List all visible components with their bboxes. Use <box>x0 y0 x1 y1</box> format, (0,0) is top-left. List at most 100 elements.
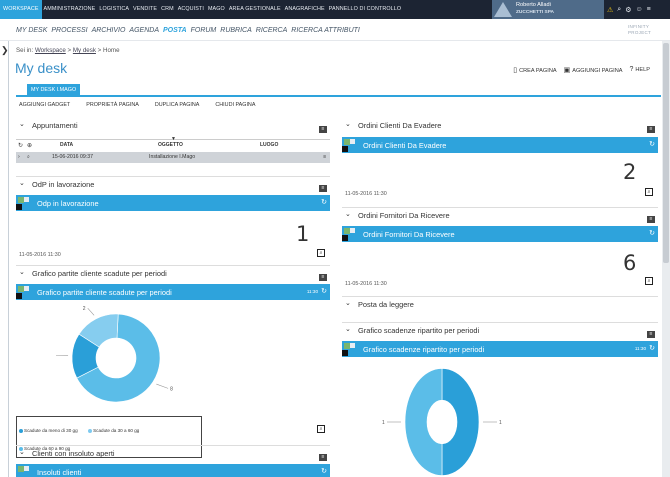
refresh-icon[interactable]: ↻ <box>321 467 327 475</box>
chevron-down-icon[interactable]: ⌄ <box>19 179 25 187</box>
breadcrumb-mydesk[interactable]: My desk <box>73 47 96 54</box>
duplicate-page-button[interactable]: DUPLICA PAGINA <box>155 102 200 108</box>
page-icon: ▯ <box>513 67 518 74</box>
chevron-right-icon[interactable]: ❯ <box>1 45 9 56</box>
refresh-icon[interactable]: ↻ <box>649 229 655 237</box>
chevron-down-icon[interactable]: ⌄ <box>345 325 351 333</box>
section-title: Clienti con insoluto aperti <box>32 449 115 458</box>
topnav-crm[interactable]: CRM <box>159 0 176 19</box>
section-title: Posta da leggere <box>358 300 414 309</box>
refresh-icon[interactable]: ↻ <box>649 140 655 148</box>
gadget-time: 11:30 <box>306 289 318 294</box>
expand-icon[interactable]: › <box>18 154 20 160</box>
section-header: ⌄ Posta da leggere <box>342 296 658 312</box>
table-row[interactable]: › ⌕ 15-06-2016 09:37 Installazione I.Mag… <box>16 152 330 163</box>
search-icon[interactable]: ⌕ <box>617 6 621 14</box>
subnav-posta[interactable]: POSTA <box>163 27 187 34</box>
user-icon[interactable]: ☺ <box>635 6 642 13</box>
column-oggetto[interactable]: OGGETTO <box>158 142 183 148</box>
grafico-partite-gadget: ⌄ Grafico partite cliente scadute per pe… <box>16 265 330 458</box>
page-properties-button[interactable]: PROPRIETÀ PAGINA <box>86 102 139 108</box>
ordini-fornitori-count: 6 <box>623 251 637 275</box>
add-page-label: AGGIUNGI PAGINA <box>572 68 623 74</box>
gadget-menu-icon[interactable]: ≡ <box>319 126 327 133</box>
refresh-icon[interactable]: ↻ <box>18 142 23 149</box>
magnifier-icon[interactable]: ⌕ <box>317 249 325 257</box>
legend-label: Scadute da 30 a 60 gg <box>93 428 140 433</box>
subnav-forum[interactable]: FORUM <box>191 27 217 34</box>
subnav-my-desk[interactable]: MY DESK <box>16 27 47 34</box>
table-header: ↻ ⊕ DATA OGGETTO ▼ LUOGO <box>16 136 330 150</box>
vertical-scrollbar[interactable] <box>662 41 670 477</box>
appuntamenti-gadget: ⌄ Appuntamenti ≡ ↻ ⊕ DATA OGGETTO ▼ LUOG… <box>16 118 330 163</box>
gadget-bar: Ordini Fornitori Da Ricevere ↻ <box>342 226 658 242</box>
breadcrumb-home: Home <box>103 47 120 54</box>
topnav-pannello-di-controllo[interactable]: PANNELLO DI CONTROLLO <box>327 0 403 19</box>
chevron-down-icon[interactable]: ⌄ <box>345 120 351 128</box>
gadget-menu-icon[interactable]: ≡ <box>319 454 327 461</box>
refresh-icon[interactable]: ↻ <box>321 287 327 295</box>
refresh-icon[interactable]: ↻ <box>321 198 327 206</box>
add-gadget-button[interactable]: AGGIUNGI GADGET <box>19 102 70 108</box>
topnav-mago[interactable]: MAGO <box>206 0 227 19</box>
subnav-archivio[interactable]: ARCHIVIO <box>92 27 126 34</box>
topnav-vendite[interactable]: VENDITE <box>131 0 159 19</box>
topnav-anagrafiche[interactable]: ANAGRAFICHE <box>283 0 327 19</box>
menu-icon[interactable]: ≡ <box>647 6 651 13</box>
gadget-title: Insoluti clienti <box>37 468 82 477</box>
chevron-down-icon[interactable]: ⌄ <box>19 120 25 128</box>
close-page-button[interactable]: CHIUDI PAGINA <box>215 102 255 108</box>
gadget-menu-icon[interactable]: ≡ <box>319 185 327 192</box>
chevron-down-icon[interactable]: ⌄ <box>345 299 351 307</box>
subnav-agenda[interactable]: AGENDA <box>129 27 159 34</box>
column-data[interactable]: DATA <box>60 142 73 148</box>
tab-my-desk-imago[interactable]: MY DESK I.MAGO <box>27 84 81 96</box>
refresh-icon[interactable]: ↻ <box>649 344 655 352</box>
subnav-rubrica[interactable]: RUBRICA <box>220 27 252 34</box>
topnav-logistica[interactable]: LOGISTICA <box>97 0 131 19</box>
breadcrumb-prefix: Sei in: <box>16 47 34 54</box>
row-menu-icon[interactable]: ≡ <box>323 154 326 160</box>
gadget-icon-overlay <box>24 466 29 471</box>
chevron-down-icon[interactable]: ⌄ <box>345 210 351 218</box>
help-icon: ? <box>629 66 634 73</box>
gadget-bar: Grafico scadenze ripartito per periodi 1… <box>342 341 658 357</box>
pie-slice[interactable] <box>441 367 480 477</box>
search-icon[interactable]: ⌕ <box>27 154 30 161</box>
chevron-down-icon[interactable]: ⌄ <box>19 448 25 456</box>
create-page-button[interactable]: ▯ CREA PAGINA <box>513 66 556 74</box>
topnav-area-gestionale[interactable]: AREA GESTIONALE <box>227 0 283 19</box>
sort-down-icon[interactable]: ▼ <box>171 136 176 142</box>
gear-icon[interactable]: ⚙ <box>625 6 631 14</box>
section-header: ⌄ Clienti con insoluto aperti ≡ <box>16 445 330 461</box>
pie-chart-scadenze: 110 <box>382 367 502 477</box>
subnav-ricerca-attributi[interactable]: RICERCA ATTRIBUTI <box>291 27 360 34</box>
pie-slice-label: 2 <box>83 306 86 312</box>
chevron-down-icon[interactable]: ⌄ <box>19 268 25 276</box>
subnav-processi[interactable]: PROCESSI <box>51 27 87 34</box>
magnifier-icon[interactable]: ⌕ <box>645 277 653 285</box>
gadget-menu-icon[interactable]: ≡ <box>647 331 655 338</box>
gadget-menu-icon[interactable]: ≡ <box>647 216 655 223</box>
gadget-menu-icon[interactable]: ≡ <box>647 126 655 133</box>
pie-slice[interactable] <box>404 367 443 477</box>
scrollbar-thumb[interactable] <box>663 43 669 263</box>
column-luogo[interactable]: LUOGO <box>260 142 278 148</box>
add-page-button[interactable]: ▣ AGGIUNGI PAGINA <box>564 66 623 74</box>
subnav-ricerca[interactable]: RICERCA <box>256 27 288 34</box>
ordini-clienti-gadget: ⌄ Ordini Clienti Da Evadere ≡ Ordini Cli… <box>342 118 658 197</box>
add-icon[interactable]: ⊕ <box>27 142 32 149</box>
topnav-acquisti[interactable]: ACQUISTI <box>176 0 206 19</box>
topnav-workspace[interactable]: WORKSPACE <box>0 0 42 19</box>
magnifier-icon[interactable]: ⌕ <box>645 188 653 196</box>
gadget-menu-icon[interactable]: ≡ <box>319 274 327 281</box>
topnav-amministrazione[interactable]: AMMINISTRAZIONE <box>42 0 98 19</box>
breadcrumb-workspace[interactable]: Workspace <box>35 47 66 54</box>
magnifier-icon[interactable]: ⌕ <box>317 425 325 433</box>
grafico-scadenze-gadget: ⌄ Grafico scadenze ripartito per periodi… <box>342 322 658 477</box>
sidebar-toggle-strip[interactable]: ❯ <box>0 41 9 477</box>
gadget-black-marker <box>16 293 22 299</box>
gadget-time: 11:30 <box>634 346 646 351</box>
help-button[interactable]: ? HELP <box>629 66 650 74</box>
warning-icon[interactable]: ⚠ <box>607 6 613 14</box>
